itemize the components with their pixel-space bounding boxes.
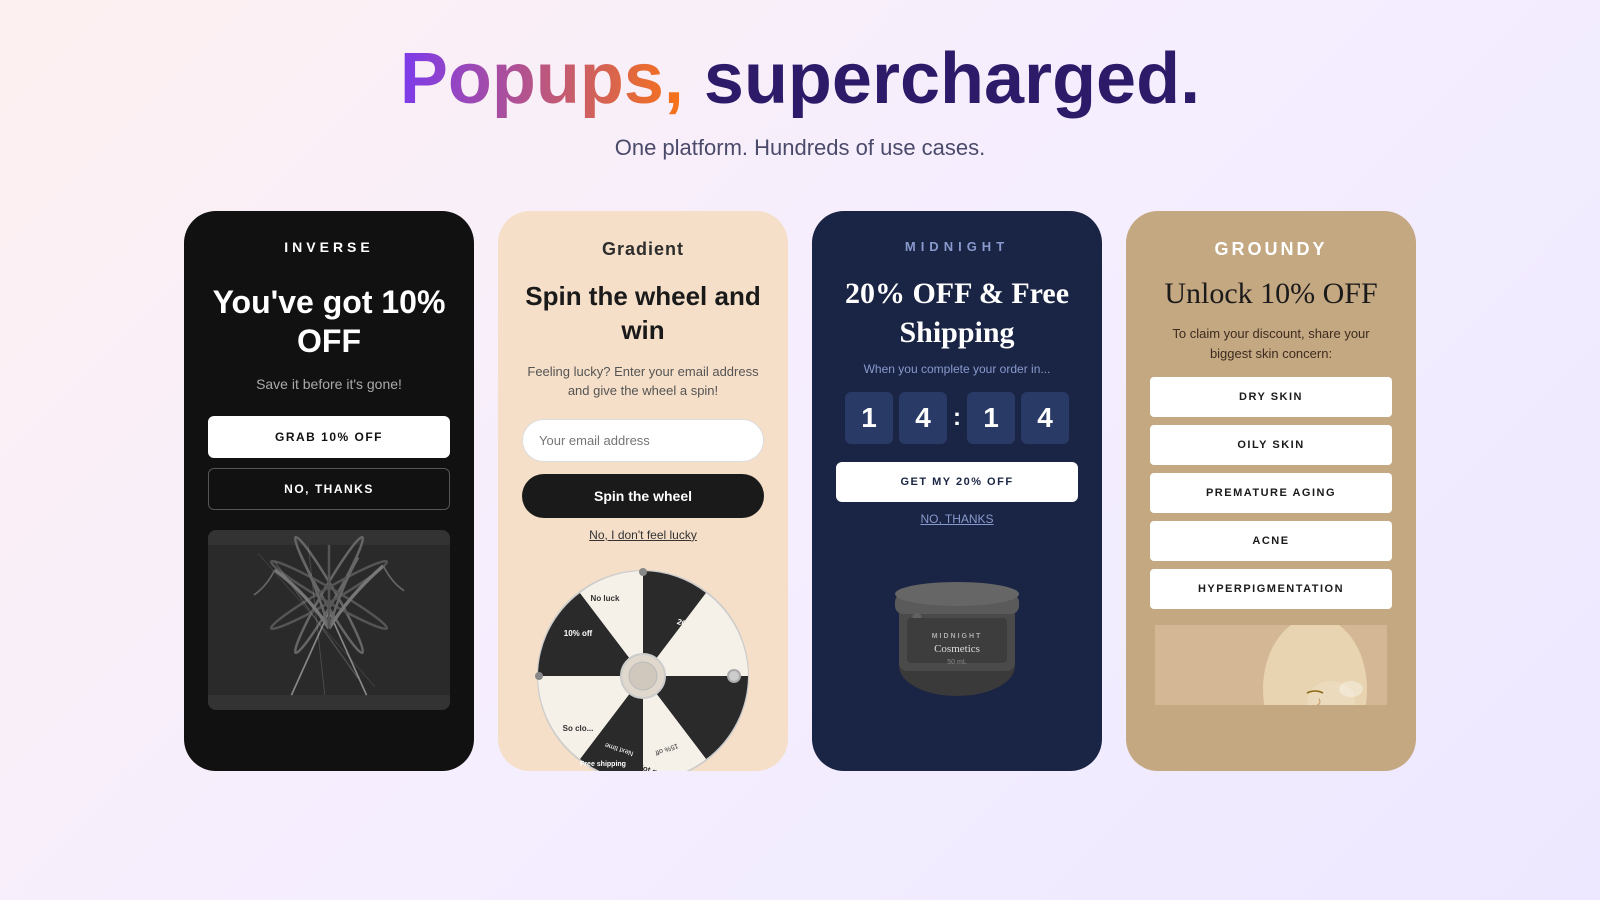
cards-row: INVERSE You've got 10% OFF Save it befor… bbox=[60, 211, 1540, 771]
countdown-colon: : bbox=[953, 404, 961, 432]
card-midnight: MIDNIGHT 20% OFF & Free Shipping When yo… bbox=[812, 211, 1102, 771]
hero-subtitle: One platform. Hundreds of use cases. bbox=[615, 135, 986, 161]
gradient-cta-primary[interactable]: Spin the wheel bbox=[522, 474, 764, 518]
gradient-cta-secondary[interactable]: No, I don't feel lucky bbox=[589, 528, 697, 542]
inverse-headline: You've got 10% OFF bbox=[208, 283, 450, 360]
groundy-option-hyperpigmentation[interactable]: HYPERPIGMENTATION bbox=[1150, 569, 1392, 609]
hero-title-supercharged: supercharged. bbox=[684, 39, 1200, 119]
groundy-headline: Unlock 10% OFF bbox=[1164, 276, 1377, 312]
spin-wheel: 20% off Almost 25% off Not quite Free sh… bbox=[533, 566, 753, 771]
midnight-subtext: When you complete your order in... bbox=[864, 362, 1051, 376]
groundy-option-oily[interactable]: OILY SKIN bbox=[1150, 425, 1392, 465]
svg-text:50 mL: 50 mL bbox=[947, 659, 967, 666]
countdown-m2: 4 bbox=[1021, 392, 1069, 444]
gradient-email-input[interactable] bbox=[522, 419, 764, 462]
inverse-brand: INVERSE bbox=[284, 239, 373, 255]
midnight-cta-primary[interactable]: GET MY 20% OFF bbox=[836, 462, 1078, 502]
card-groundy: GROUNDY Unlock 10% OFF To claim your dis… bbox=[1126, 211, 1416, 771]
groundy-photo bbox=[1150, 625, 1392, 705]
midnight-brand: MIDNIGHT bbox=[905, 239, 1009, 254]
gradient-subtext: Feeling lucky? Enter your email address … bbox=[522, 362, 764, 401]
inverse-photo bbox=[208, 530, 450, 710]
inverse-subtext: Save it before it's gone! bbox=[256, 376, 402, 392]
midnight-cta-secondary[interactable]: NO, THANKS bbox=[920, 512, 993, 526]
countdown-d2: 4 bbox=[899, 392, 947, 444]
midnight-headline: 20% OFF & Free Shipping bbox=[836, 274, 1078, 352]
countdown-d1: 1 bbox=[845, 392, 893, 444]
hero-title-popups: Popups, bbox=[400, 39, 684, 119]
groundy-option-dry[interactable]: DRY SKIN bbox=[1150, 377, 1392, 417]
svg-text:Free shipping: Free shipping bbox=[580, 761, 626, 768]
svg-text:10% off: 10% off bbox=[564, 629, 593, 638]
groundy-subtext: To claim your discount, share your bigge… bbox=[1150, 324, 1392, 363]
hero-title: Popups, supercharged. bbox=[400, 40, 1200, 119]
gradient-headline: Spin the wheel and win bbox=[522, 280, 764, 348]
countdown-row: 1 4 : 1 4 bbox=[845, 392, 1069, 444]
gradient-brand: Gradient bbox=[602, 239, 684, 260]
svg-text:MIDNIGHT: MIDNIGHT bbox=[932, 633, 983, 640]
groundy-option-premature[interactable]: PREMATURE AGING bbox=[1150, 473, 1392, 513]
groundy-brand: GROUNDY bbox=[1214, 239, 1327, 260]
inverse-cta-secondary[interactable]: NO, THANKS bbox=[208, 468, 450, 510]
svg-text:So clo...: So clo... bbox=[563, 724, 594, 733]
card-inverse: INVERSE You've got 10% OFF Save it befor… bbox=[184, 211, 474, 771]
groundy-option-acne[interactable]: ACNE bbox=[1150, 521, 1392, 561]
cosmetics-jar: MIDNIGHT Cosmetics 50 mL bbox=[877, 546, 1037, 706]
card-gradient: Gradient Spin the wheel and win Feeling … bbox=[498, 211, 788, 771]
countdown-m1: 1 bbox=[967, 392, 1015, 444]
inverse-cta-primary[interactable]: GRAB 10% OFF bbox=[208, 416, 450, 458]
svg-text:Cosmetics: Cosmetics bbox=[934, 643, 980, 655]
